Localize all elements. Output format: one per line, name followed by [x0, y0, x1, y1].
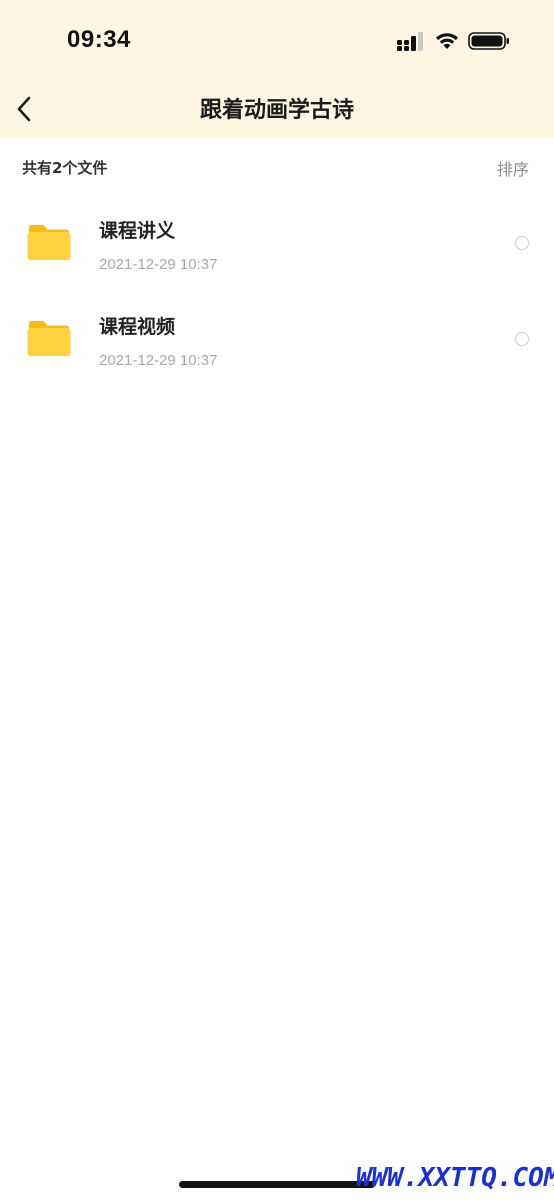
file-name: 课程讲义 — [99, 220, 176, 242]
select-radio[interactable] — [515, 236, 529, 250]
file-date: 2021-12-29 10:37 — [99, 352, 218, 369]
file-date: 2021-12-29 10:37 — [99, 256, 218, 273]
summary-row: 共有2个文件 排序 — [0, 138, 554, 196]
file-count-label: 共有2个文件 — [22, 159, 108, 177]
nav-bar: 跟着动画学古诗 — [0, 80, 554, 138]
folder-icon — [26, 222, 72, 262]
page-title: 跟着动画学古诗 — [199, 98, 354, 123]
file-name: 课程视频 — [99, 316, 176, 338]
signal-icon — [396, 30, 426, 52]
wifi-icon — [434, 30, 460, 52]
header-area: 09:34 跟着动画学古诗 — [0, 0, 554, 138]
status-time: 09:34 — [67, 26, 131, 53]
screen: 09:34 跟着动画学古诗 共有2个文件 排序 课程讲义 2021-12-29 … — [0, 0, 554, 1200]
file-item[interactable]: 课程视频 2021-12-29 10:37 — [0, 292, 554, 388]
file-list: 课程讲义 2021-12-29 10:37 课程视频 2021-12-29 10… — [0, 196, 554, 388]
battery-icon — [468, 30, 510, 52]
select-radio[interactable] — [515, 332, 529, 346]
sort-button[interactable]: 排序 — [497, 156, 529, 180]
watermark: WWW.XXTTQ.COM — [356, 1163, 554, 1193]
home-indicator[interactable] — [179, 1181, 375, 1188]
file-item[interactable]: 课程讲义 2021-12-29 10:37 — [0, 196, 554, 292]
status-bar: 09:34 — [0, 0, 554, 80]
folder-icon — [26, 318, 72, 358]
